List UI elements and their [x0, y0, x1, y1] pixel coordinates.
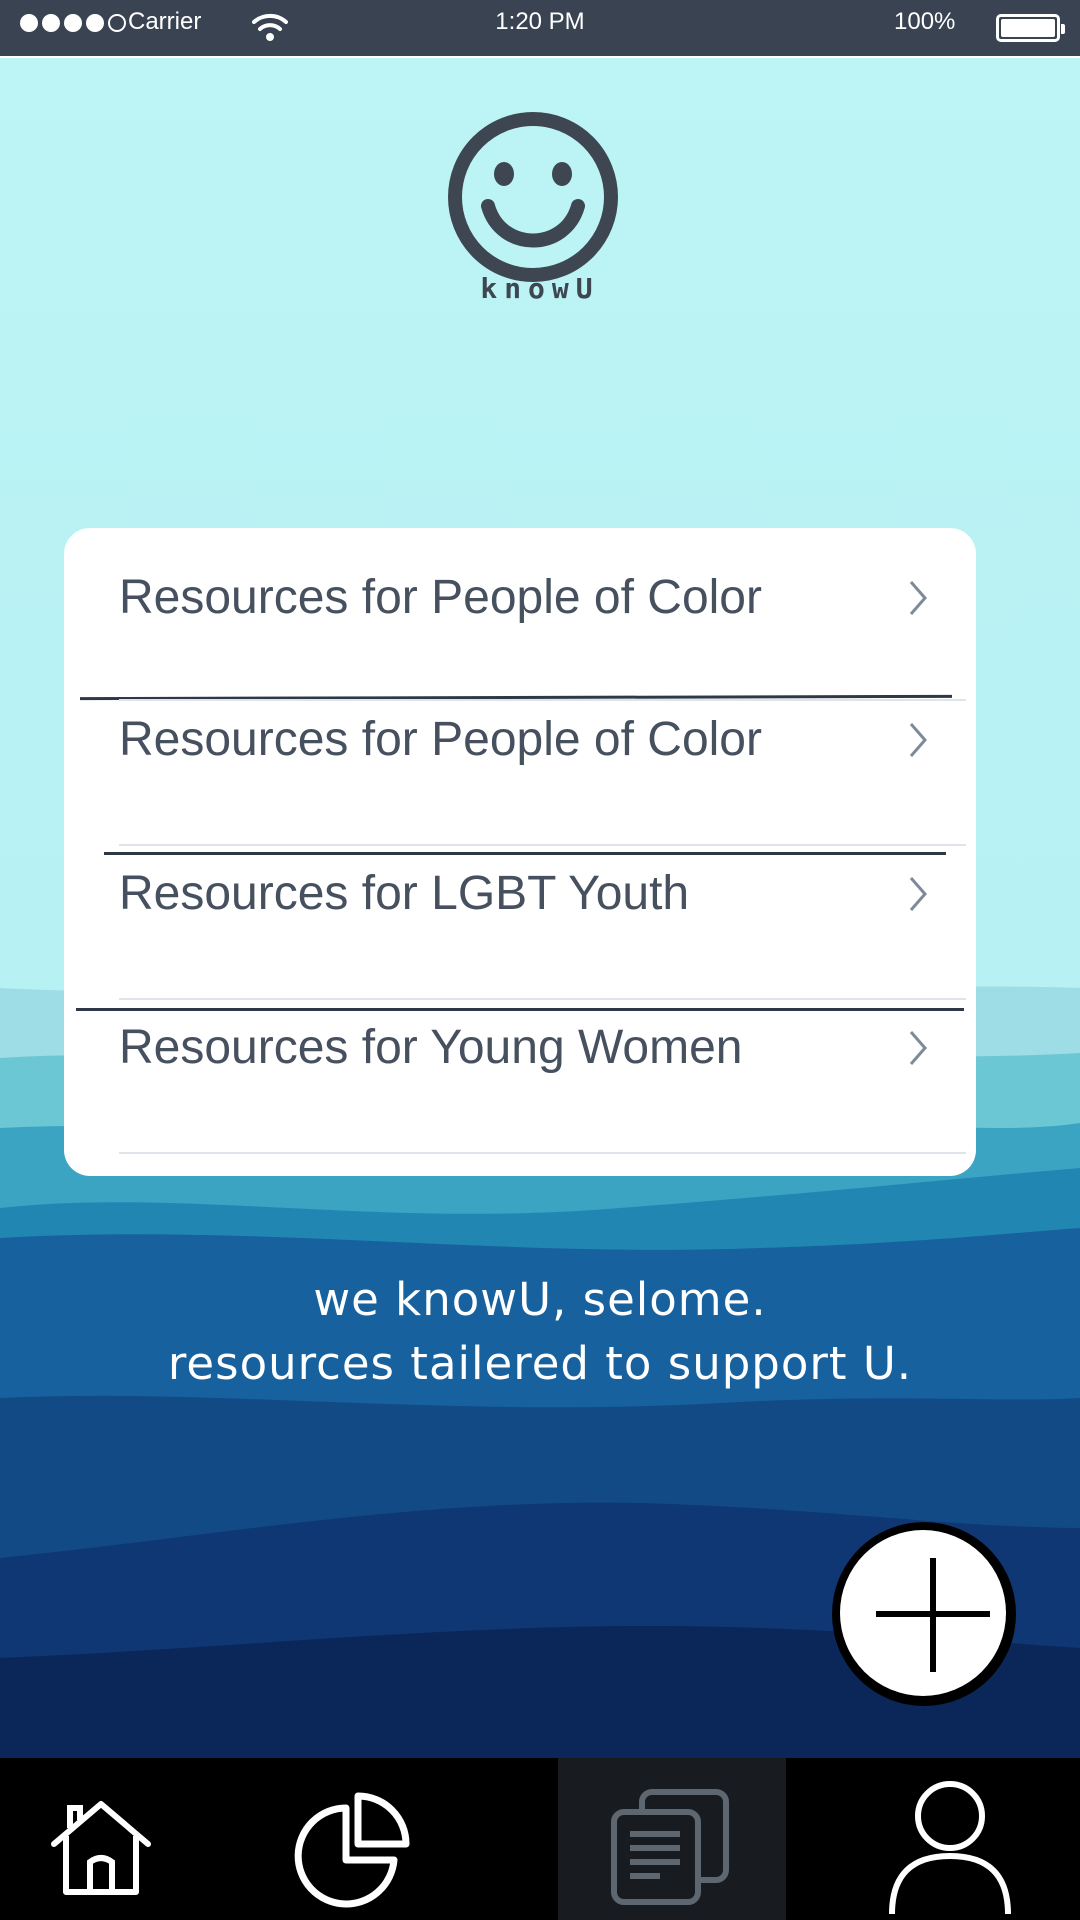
nav-stats[interactable]: [270, 1758, 470, 1920]
welcome-message: we knowU, selome. resources tailered to …: [0, 1268, 1080, 1396]
welcome-line-2: resources tailered to support U.: [167, 1337, 913, 1390]
nav-resources[interactable]: [558, 1758, 786, 1920]
documents-icon: [611, 1789, 729, 1905]
divider: [119, 1152, 966, 1154]
chevron-right-icon: [909, 1031, 927, 1065]
resources-card: Resources for People of Color Resources …: [64, 528, 976, 1176]
nav-profile[interactable]: [850, 1758, 1050, 1920]
pie-chart-icon: [294, 1792, 410, 1908]
chevron-right-icon: [909, 877, 927, 911]
resource-item[interactable]: Resources for People of Color: [64, 528, 976, 668]
resource-item[interactable]: Resources for Young Women: [64, 978, 976, 1118]
plus-icon: [840, 1530, 1006, 1696]
nav-home[interactable]: [0, 1758, 200, 1920]
resource-item-label: Resources for Young Women: [119, 1021, 743, 1074]
resource-item-label: Resources for LGBT Youth: [119, 867, 690, 920]
chevron-right-icon: [909, 723, 927, 757]
chevron-right-icon: [909, 581, 927, 615]
smiley-face-icon: [448, 112, 618, 282]
resource-item-label: Resources for People of Color: [119, 571, 762, 624]
battery-percent: 100%: [894, 8, 956, 35]
resource-item[interactable]: Resources for LGBT Youth: [64, 824, 976, 964]
welcome-line-1: we knowU, selome.: [313, 1273, 767, 1326]
resource-item[interactable]: Resources for People of Color: [64, 670, 976, 810]
status-bar: Carrier 1:20 PM 100%: [0, 0, 1080, 58]
home-icon: [51, 1801, 151, 1895]
battery-icon: [996, 14, 1065, 42]
person-icon: [889, 1781, 1011, 1915]
logo-text: knowU: [480, 272, 600, 305]
add-button[interactable]: [832, 1522, 1016, 1706]
resource-item-label: Resources for People of Color: [119, 713, 762, 766]
bottom-nav: [0, 1758, 1080, 1920]
